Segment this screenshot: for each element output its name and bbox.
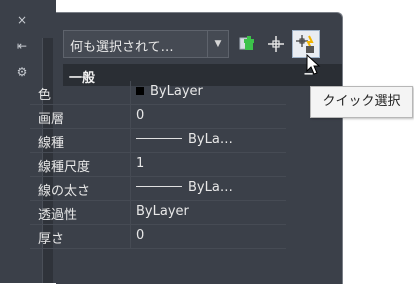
select-objects-button[interactable]	[262, 30, 290, 58]
crosshair-icon	[268, 36, 284, 52]
property-row[interactable]: 線種 ByLa…	[30, 129, 286, 153]
property-value-text: 1	[136, 156, 145, 171]
property-list: 色 ByLayer 画層 0 線種 ByLa… 線種尺度 1 線の太さ ByLa… 透過性 ByLay…	[30, 81, 286, 249]
property-value-text: ByLa…	[188, 180, 233, 195]
property-value[interactable]: ByLayer	[136, 204, 286, 219]
color-swatch-icon	[136, 87, 144, 95]
selection-dropdown[interactable]: 何も選択されて… ▼	[63, 30, 229, 58]
property-name: 透過性	[38, 208, 78, 223]
property-value-text: 0	[136, 228, 145, 243]
quick-select-tooltip: クイック選択	[310, 86, 413, 118]
column-divider	[130, 153, 131, 176]
mouse-pointer-icon	[306, 54, 321, 75]
property-value[interactable]: ByLa…	[136, 180, 286, 195]
auto-hide-icon[interactable]: ⇤	[14, 38, 30, 54]
column-divider	[130, 105, 131, 128]
column-divider	[130, 225, 131, 248]
property-value[interactable]: 1	[136, 156, 286, 171]
property-value[interactable]: 0	[136, 228, 286, 243]
toggle-pickadd-button[interactable]	[232, 30, 260, 58]
close-icon[interactable]: ×	[14, 12, 30, 28]
property-row[interactable]: 線の太さ ByLa…	[30, 177, 286, 201]
column-divider	[130, 201, 131, 224]
line-sample-icon	[136, 138, 182, 139]
property-value-text: 0	[136, 108, 145, 123]
property-name: 線の太さ	[38, 184, 91, 199]
column-divider	[130, 177, 131, 200]
property-value[interactable]: ByLayer	[136, 84, 286, 99]
property-row[interactable]: 線種尺度 1	[30, 153, 286, 177]
property-row[interactable]: 厚さ 0	[30, 225, 286, 249]
property-name: 線種	[38, 136, 65, 151]
property-value[interactable]: ByLa…	[136, 132, 286, 147]
property-value-text: ByLa…	[188, 132, 233, 147]
property-name: 厚さ	[38, 232, 65, 247]
property-row[interactable]: 画層 0	[30, 105, 286, 129]
property-row[interactable]: 色 ByLayer	[30, 81, 286, 105]
property-name: 画層	[38, 112, 65, 127]
property-name: 色	[38, 88, 52, 103]
column-divider	[130, 81, 131, 104]
line-sample-icon	[136, 186, 182, 187]
pickadd-icon	[239, 36, 254, 50]
chevron-down-icon[interactable]: ▼	[207, 31, 228, 57]
settings-icon[interactable]: ⚙	[14, 64, 30, 80]
selection-dropdown-value: 何も選択されて…	[70, 40, 174, 55]
property-row[interactable]: 透過性 ByLayer	[30, 201, 286, 225]
property-value-text: ByLayer	[136, 204, 189, 219]
property-value[interactable]: 0	[136, 108, 286, 123]
property-value-text: ByLayer	[150, 84, 203, 99]
property-name: 線種尺度	[38, 160, 91, 175]
column-divider	[130, 129, 131, 152]
